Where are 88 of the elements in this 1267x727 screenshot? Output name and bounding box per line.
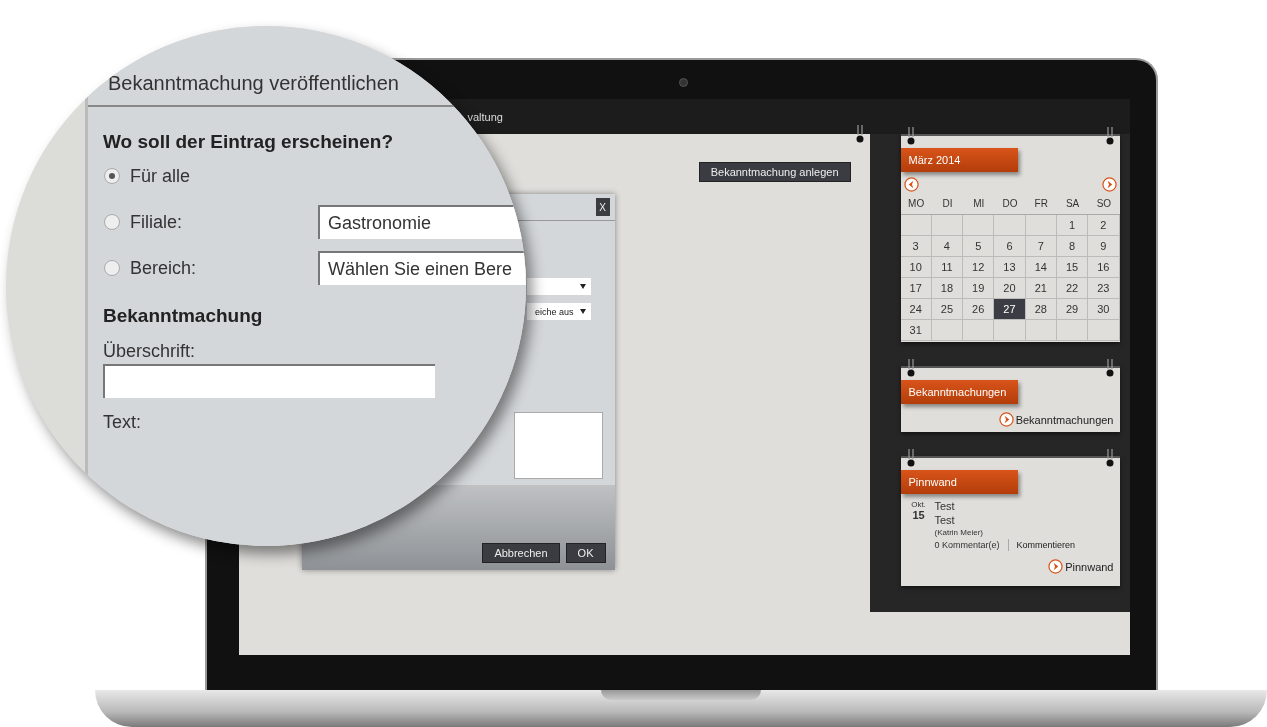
calendar-empty-cell [994,320,1026,341]
calendar-empty-cell [994,215,1026,236]
calendar-day[interactable]: 24 [900,299,932,320]
question-heading: Wo soll der Eintrag erscheinen? [102,130,393,153]
section-heading: Bekanntmachung [102,304,263,327]
binder-clip-icon [906,359,915,379]
calendar-day[interactable]: 15 [1056,257,1089,278]
option-label: Für alle [130,165,192,187]
dialog-title: Bekanntmachung veröffentlichen [108,72,399,95]
calendar-day[interactable]: 3 [900,236,932,257]
calendar-day[interactable]: 27 [994,299,1026,320]
weekday-label: MO [900,194,932,215]
calendar-day[interactable]: 8 [1056,236,1089,257]
entry-title: Test [934,500,956,512]
calendar-day[interactable]: 10 [900,257,932,278]
binder-clip-icon [1105,449,1114,469]
select-field[interactable]: eiche aus [526,303,591,320]
calendar-day[interactable]: 7 [1025,236,1057,257]
calendar-day[interactable]: 11 [931,257,964,278]
calendar-day[interactable]: 5 [963,236,995,257]
calendar-day[interactable]: 21 [1025,278,1057,299]
calendar-day[interactable]: 1 [1056,215,1089,236]
calendar-day[interactable]: 19 [963,278,995,299]
binder-clip-icon [906,449,915,469]
calendar-empty-cell [900,215,932,236]
calendar-day[interactable]: 18 [931,278,964,299]
calendar-day[interactable]: 25 [931,299,964,320]
weekday-label: DO [994,194,1026,215]
select-field[interactable] [526,278,591,295]
calendar-day[interactable]: 12 [963,257,995,278]
comment-link[interactable]: Kommentieren [1016,540,1076,550]
calendar-empty-cell [931,215,964,236]
calendar-title: März 2014 [900,148,1018,172]
weekday-label: SA [1056,194,1089,215]
announcements-link[interactable]: Bekanntmachungen [1015,413,1114,426]
close-button[interactable]: X [595,198,610,216]
weekday-label: DI [931,194,964,215]
calendar-day[interactable]: 9 [1088,236,1120,257]
option-label: Bereich: [130,257,198,279]
cancel-button[interactable]: Abbrechen [482,543,560,563]
field-label: Text: [102,411,141,434]
calendar-empty-cell [1025,215,1057,236]
calendar-empty-cell [1025,320,1057,341]
caret-icon [579,309,586,314]
calendar-empty-cell [931,320,964,341]
radio-button[interactable] [104,214,120,230]
calendar-day[interactable]: 28 [1025,299,1057,320]
binder-clip-icon [1105,359,1114,379]
select-field[interactable]: Wählen Sie einen Bere [318,251,526,285]
calendar-day[interactable]: 2 [1088,215,1120,236]
radio-button[interactable] [104,168,120,184]
calendar-empty-cell [963,320,995,341]
pinboard-link[interactable]: Pinnwand [1065,560,1114,573]
card-title: Bekanntmachungen [900,380,1018,404]
calendar-day[interactable]: 29 [1056,299,1089,320]
calendar-empty-cell [1088,320,1120,341]
calendar-day[interactable]: 17 [900,278,932,299]
select-value: eiche aus [534,306,574,317]
date-day: 15 [912,509,925,521]
caret-icon [579,284,586,289]
calendar-empty-cell [1056,320,1089,341]
calendar-day[interactable]: 14 [1025,257,1057,278]
ok-button[interactable]: OK [565,543,606,563]
create-announcement-button[interactable]: Bekanntmachung anlegen [698,162,851,182]
field-label: Überschrift: [102,340,196,363]
entry-author: (Katrin Meier) [934,528,984,537]
calendar-day[interactable]: 23 [1088,278,1120,299]
radio-button[interactable] [104,260,120,276]
text-area[interactable] [513,412,603,479]
camera-icon [678,78,688,87]
calendar-day[interactable]: 4 [931,236,964,257]
entry-text: Test [934,514,956,526]
calendar-day[interactable]: 6 [994,236,1026,257]
weekday-label: MI [963,194,995,215]
calendar-empty-cell [963,215,995,236]
nav-link[interactable]: valtung [467,110,503,123]
weekday-label: FR [1025,194,1057,215]
calendar-day[interactable]: 22 [1056,278,1089,299]
calendar-day[interactable]: 30 [1088,299,1120,320]
comment-count: 0 Kommentar(e) [934,540,1000,550]
calendar-day[interactable]: 31 [900,320,932,341]
calendar-day[interactable]: 16 [1088,257,1120,278]
calendar-day[interactable]: 13 [994,257,1026,278]
date-month: Okt. [911,500,926,509]
card-title: Pinnwand [900,470,1018,494]
weekday-label: SO [1088,194,1120,215]
input-field[interactable] [103,364,435,398]
option-label: Filiale: [130,211,183,233]
